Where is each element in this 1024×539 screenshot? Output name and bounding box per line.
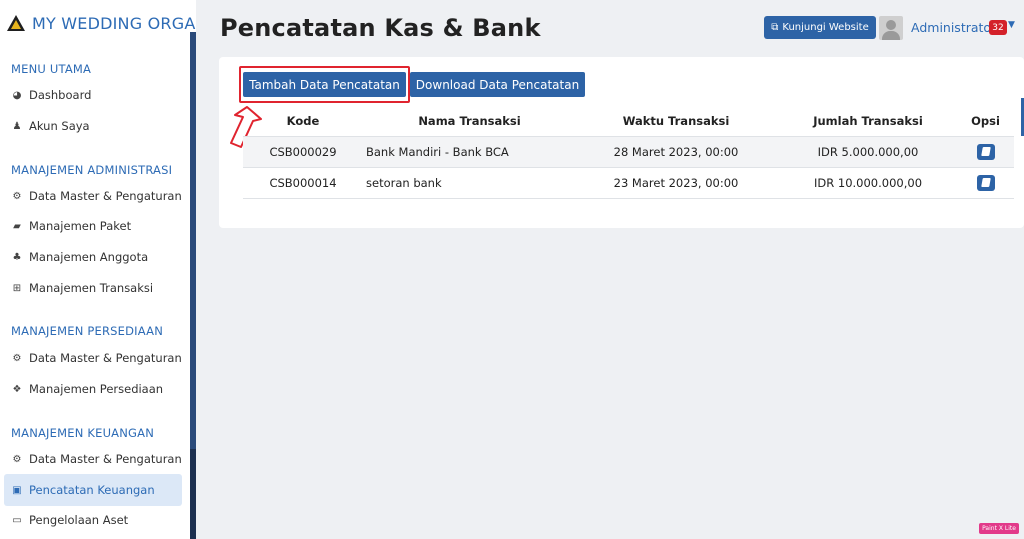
- brand-name: MY WEDDING ORGANI: [32, 13, 196, 33]
- user-icon: ♟: [12, 120, 22, 132]
- table-row: CSB000029 Bank Mandiri - Bank BCA 28 Mar…: [243, 136, 1014, 168]
- hdd-icon: ▭: [12, 514, 22, 526]
- sidebar-item-persediaan-data-master[interactable]: ⚙ Data Master & Pengaturan: [11, 347, 182, 369]
- cell-nama: Bank Mandiri - Bank BCA: [363, 136, 573, 168]
- column-waktu-transaksi[interactable]: Waktu Transaksi: [573, 107, 779, 137]
- book-icon: [980, 147, 991, 156]
- sidebar-item-manajemen-anggota[interactable]: ♣ Manajemen Anggota: [11, 246, 149, 268]
- book-icon: ▰: [13, 220, 21, 232]
- sidebar: MY WEDDING ORGANI MENU UTAMA ◕ Dashboard…: [0, 0, 196, 539]
- visit-website-button[interactable]: ⧉ Kunjungi Website: [764, 16, 876, 39]
- section-manajemen-administrasi: MANAJEMEN ADMINISTRASI: [11, 163, 173, 177]
- sidebar-scrollbar-thumb[interactable]: [190, 449, 196, 539]
- section-menu-utama: MENU UTAMA: [11, 62, 92, 76]
- sidebar-item-label: Akun Saya: [29, 119, 90, 133]
- sidebar-item-label: Manajemen Paket: [29, 219, 132, 233]
- cell-nama: setoran bank: [363, 167, 573, 199]
- table-header-row: Kode Nama Transaksi Waktu Transaksi Juml…: [243, 107, 1014, 137]
- users-icon: ♣: [12, 251, 22, 263]
- download-records-button[interactable]: Download Data Pencatatan: [410, 72, 585, 97]
- sidebar-item-label: Pengelolaan Aset: [29, 513, 129, 527]
- section-manajemen-keuangan: MANAJEMEN KEUANGAN: [11, 426, 155, 440]
- page-title: Pencatatan Kas & Bank: [220, 14, 541, 42]
- sidebar-item-manajemen-transaksi[interactable]: ⊞ Manajemen Transaksi: [11, 277, 153, 299]
- sidebar-item-akun-saya[interactable]: ♟ Akun Saya: [11, 115, 90, 137]
- cell-jumlah: IDR 5.000.000,00: [779, 136, 957, 168]
- detail-book-button[interactable]: [976, 174, 995, 191]
- column-nama-transaksi[interactable]: Nama Transaksi: [363, 107, 573, 137]
- cell-opsi: [957, 167, 1014, 199]
- column-jumlah-transaksi[interactable]: Jumlah Transaksi: [779, 107, 957, 137]
- cart-icon: ⊞: [12, 282, 22, 294]
- highlight-box: [239, 66, 410, 103]
- cell-kode: CSB000014: [243, 167, 363, 199]
- column-kode[interactable]: Kode: [243, 107, 363, 137]
- sidebar-item-label: Manajemen Anggota: [29, 250, 149, 264]
- records-table: Kode Nama Transaksi Waktu Transaksi Juml…: [243, 107, 1014, 199]
- cell-opsi: [957, 136, 1014, 168]
- cell-waktu: 28 Maret 2023, 00:00: [573, 136, 779, 168]
- detail-book-button[interactable]: [976, 143, 995, 160]
- money-icon: ▣: [12, 484, 22, 496]
- notification-badge[interactable]: 32: [989, 20, 1007, 35]
- sidebar-item-keuangan-data-master[interactable]: ⚙ Data Master & Pengaturan: [11, 448, 182, 470]
- sidebar-item-label: Pencatatan Keuangan: [29, 483, 155, 497]
- sidebar-item-label: Data Master & Pengaturan: [29, 189, 182, 203]
- sidebar-item-manajemen-persediaan[interactable]: ❖ Manajemen Persediaan: [11, 378, 164, 400]
- sidebar-item-label: Manajemen Transaksi: [29, 281, 154, 295]
- sidebar-item-pencatatan-keuangan[interactable]: ▣ Pencatatan Keuangan: [4, 474, 182, 506]
- sidebar-item-label: Dashboard: [29, 88, 92, 102]
- table-row: CSB000014 setoran bank 23 Maret 2023, 00…: [243, 167, 1014, 199]
- sidebar-item-label: Data Master & Pengaturan: [29, 452, 182, 466]
- cubes-icon: ❖: [12, 383, 22, 395]
- book-icon: [980, 178, 991, 187]
- avatar[interactable]: [879, 16, 903, 40]
- external-link-icon: ⧉: [771, 22, 779, 33]
- cell-kode: CSB000029: [243, 136, 363, 168]
- section-manajemen-persediaan: MANAJEMEN PERSEDIAAN: [11, 324, 164, 338]
- sidebar-item-label: Manajemen Persediaan: [29, 382, 164, 396]
- visit-website-label: Kunjungi Website: [782, 22, 869, 33]
- column-opsi: Opsi: [957, 107, 1014, 137]
- cogs-icon: ⚙: [12, 352, 22, 364]
- cogs-icon: ⚙: [12, 453, 22, 465]
- content-card: Tambah Data Pencatatan Download Data Pen…: [219, 57, 1024, 228]
- cell-waktu: 23 Maret 2023, 00:00: [573, 167, 779, 199]
- palette-icon: ◕: [12, 89, 22, 101]
- triangle-logo-icon: [7, 15, 25, 31]
- sidebar-item-label: Data Master & Pengaturan: [29, 351, 182, 365]
- caret-down-icon[interactable]: ▼: [1008, 20, 1015, 30]
- sidebar-item-dashboard[interactable]: ◕ Dashboard: [11, 84, 92, 106]
- sidebar-item-pengelolaan-aset[interactable]: ▭ Pengelolaan Aset: [11, 509, 128, 531]
- cogs-icon: ⚙: [12, 190, 22, 202]
- watermark-badge: Paint X Lite: [979, 523, 1019, 534]
- user-menu-name[interactable]: Administrator: [911, 20, 996, 35]
- brand[interactable]: MY WEDDING ORGANI: [6, 10, 196, 36]
- sidebar-item-admin-data-master[interactable]: ⚙ Data Master & Pengaturan: [11, 185, 182, 207]
- cell-jumlah: IDR 10.000.000,00: [779, 167, 957, 199]
- sidebar-item-manajemen-paket[interactable]: ▰ Manajemen Paket: [11, 215, 131, 237]
